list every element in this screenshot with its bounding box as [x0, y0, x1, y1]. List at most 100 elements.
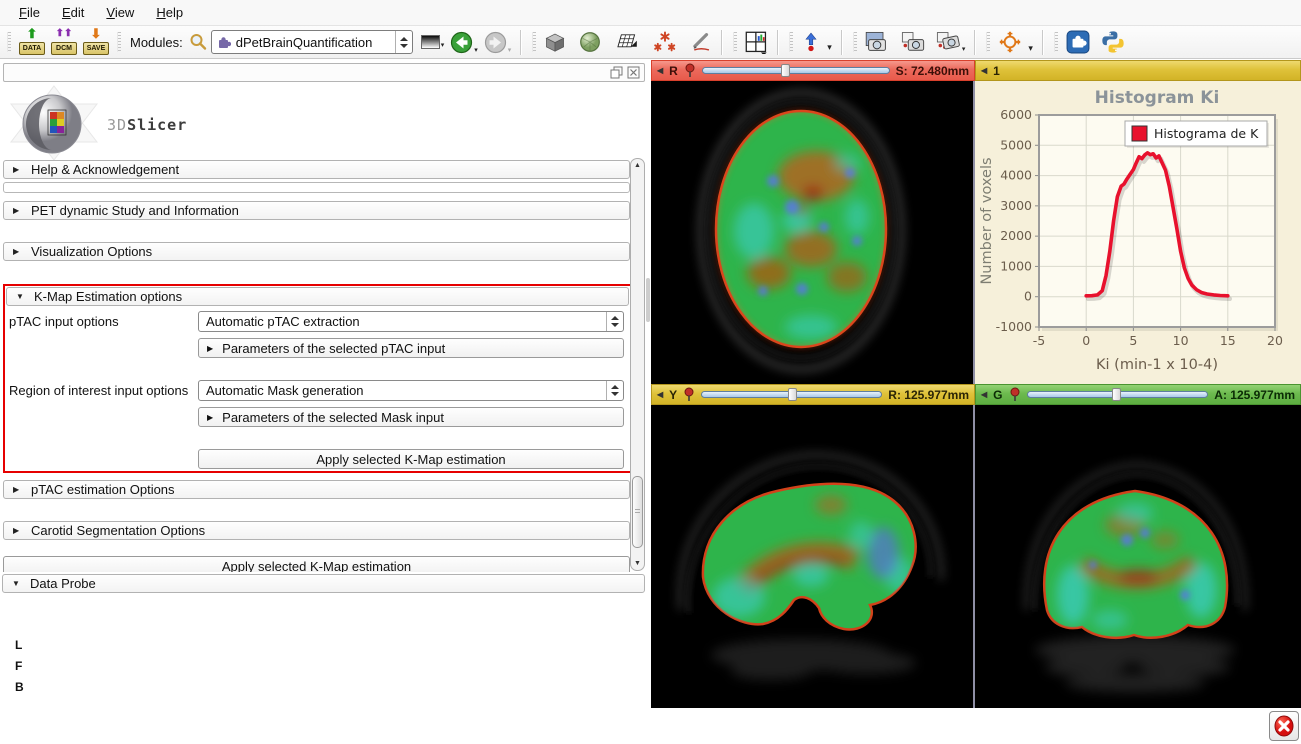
combobox-spinner-icon	[606, 312, 623, 331]
svg-text:20: 20	[1267, 333, 1283, 348]
roi-input-combobox[interactable]: Automatic Mask generation	[198, 380, 624, 401]
section-help-acknowledgement[interactable]: ▶ Help & Acknowledgement	[3, 160, 630, 179]
ptac-input-combobox[interactable]: Automatic pTAC extraction	[198, 311, 624, 332]
toolbar-drag-handle[interactable]	[789, 32, 793, 52]
toolbar-drag-handle[interactable]	[853, 32, 857, 52]
dicom-button[interactable]: ⬆⬆ DCM	[50, 29, 78, 56]
collapsed-arrow-icon: ▶	[13, 247, 22, 256]
svg-text:-5: -5	[1033, 333, 1045, 348]
panel-close-icon[interactable]	[627, 66, 640, 79]
pencil-icon	[690, 31, 712, 53]
extensions-button[interactable]	[1066, 30, 1090, 54]
svg-text:6000: 6000	[1000, 107, 1032, 122]
chart-viewer-label: 1	[993, 64, 1000, 78]
annotation-button[interactable]	[690, 31, 712, 53]
layout-selector-button[interactable]	[745, 31, 768, 54]
save-icon: SAVE	[83, 42, 109, 55]
section-visualization-options[interactable]: ▶ Visualization Options	[3, 242, 630, 261]
section-label: Visualization Options	[31, 244, 152, 259]
pushpin-icon[interactable]	[683, 387, 695, 402]
toolbar-drag-handle[interactable]	[733, 32, 737, 52]
menu-edit[interactable]: Edit	[51, 1, 95, 24]
module-scroll-area: ▶ Help & Acknowledgement ▶ PET dynamic S…	[3, 158, 630, 572]
scroll-up-icon[interactable]: ▲	[634, 162, 641, 169]
probe-layer-l: L	[15, 638, 24, 659]
collapse-arrow-icon[interactable]: ◀	[657, 66, 663, 76]
svg-text:Number of voxels: Number of voxels	[979, 157, 995, 284]
menu-file[interactable]: File	[8, 1, 51, 24]
section-kmap-estimation[interactable]: ▼ K-Map Estimation options	[6, 287, 629, 306]
apply-kmap-button[interactable]: Apply selected K-Map estimation	[198, 449, 624, 469]
crosshair-button[interactable]: ▾	[998, 30, 1033, 54]
toolbar-drag-handle[interactable]	[1054, 32, 1058, 52]
ptac-input-label: pTAC input options	[9, 311, 119, 332]
volume-rendering-button[interactable]	[544, 31, 566, 53]
ptac-parameters-button[interactable]: ▶ Parameters of the selected pTAC input	[198, 338, 624, 358]
svg-text:4000: 4000	[1000, 168, 1032, 183]
red-slice-slider[interactable]	[702, 67, 890, 74]
toolbar-drag-handle[interactable]	[7, 32, 11, 52]
axial-slice-image[interactable]	[651, 81, 975, 384]
pushpin-icon[interactable]	[1009, 387, 1021, 402]
module-selector[interactable]: dPetBrainQuantification	[211, 30, 413, 54]
back-icon	[450, 31, 473, 54]
svg-text:10: 10	[1173, 333, 1189, 348]
svg-text:Ki (min-1 x 10-4): Ki (min-1 x 10-4)	[1096, 357, 1218, 373]
python-console-button[interactable]	[1101, 30, 1125, 54]
sagittal-slice-image[interactable]	[651, 405, 975, 708]
panel-splitter-handle[interactable]	[646, 278, 650, 322]
mask-parameters-button[interactable]: ▶ Parameters of the selected Mask input	[198, 407, 624, 427]
menu-help[interactable]: Help	[145, 1, 194, 24]
menu-bar: File Edit View Help	[0, 0, 1301, 26]
section-pet-dynamic-study[interactable]: ▶ PET dynamic Study and Information	[3, 201, 630, 220]
svg-text:15: 15	[1220, 333, 1236, 348]
window-level-button[interactable]: ▾	[421, 35, 445, 49]
collapsed-arrow-icon: ▶	[13, 206, 22, 215]
toolbar-drag-handle[interactable]	[117, 32, 121, 52]
menu-view[interactable]: View	[95, 1, 145, 24]
collapse-arrow-icon[interactable]: ◀	[657, 390, 663, 400]
float-panel-icon[interactable]	[610, 66, 623, 79]
slice-viewer-grid: ◀ R S: 72.480mm	[651, 60, 1301, 708]
pushpin-icon[interactable]	[684, 63, 696, 78]
screenshot-button[interactable]	[865, 31, 889, 53]
apply-kmap-button-clipped[interactable]: Apply selected K-Map estimation	[3, 556, 630, 572]
kmap-estimation-group: ▼ K-Map Estimation options pTAC input op…	[3, 284, 630, 473]
back-button[interactable]: ▾	[450, 31, 478, 54]
section-carotid-segmentation[interactable]: ▶ Carotid Segmentation Options	[3, 521, 630, 540]
module-panel: 3DSlicer ▶ Help & Acknowledgement ▶ PET …	[0, 60, 651, 744]
panel-titlebar	[3, 63, 645, 82]
green-slice-slider[interactable]	[1027, 391, 1209, 398]
button-label: Parameters of the selected pTAC input	[222, 341, 445, 356]
module-selector-spinner[interactable]	[395, 31, 412, 53]
scene-view-button[interactable]	[900, 31, 926, 53]
load-data-button[interactable]: ⬆ DATA	[18, 29, 46, 56]
panel-scrollbar[interactable]: ▲ ▼	[630, 158, 645, 571]
collapse-arrow-icon[interactable]: ◀	[981, 390, 987, 400]
yellow-slice-slider[interactable]	[701, 391, 882, 398]
data-icon: DATA	[19, 42, 45, 55]
toolbar-drag-handle[interactable]	[532, 32, 536, 52]
histogram-chart[interactable]: -505101520-10000100020003000400050006000…	[975, 81, 1301, 384]
search-icon[interactable]	[189, 33, 207, 51]
scene-view-menu-button[interactable]: ▾	[935, 31, 966, 53]
expanded-arrow-icon: ▼	[12, 579, 21, 588]
scroll-down-icon[interactable]: ▼	[634, 560, 641, 567]
toolbar-drag-handle[interactable]	[986, 32, 990, 52]
slices-button[interactable]	[614, 31, 638, 53]
pin-button[interactable]: ▾	[801, 31, 832, 53]
close-application-button[interactable]	[1269, 711, 1299, 741]
red-slice-offset: S: 72.480mm	[896, 64, 969, 78]
section-data-probe[interactable]: ▼ Data Probe	[2, 574, 645, 593]
chart-viewer: ◀ 1 -505101520-1000010002000300040005000…	[975, 60, 1301, 384]
fiducials-button[interactable]	[653, 31, 677, 53]
forward-icon	[484, 31, 507, 54]
forward-button[interactable]: ▾	[484, 31, 512, 54]
pin-icon	[801, 31, 821, 53]
scrollbar-thumb[interactable]	[632, 476, 643, 548]
section-ptac-estimation[interactable]: ▶ pTAC estimation Options	[3, 480, 630, 499]
models-button[interactable]	[579, 31, 601, 53]
save-button[interactable]: ⬇ SAVE	[82, 29, 110, 56]
coronal-slice-image[interactable]	[975, 405, 1301, 708]
collapse-arrow-icon[interactable]: ◀	[981, 66, 987, 76]
